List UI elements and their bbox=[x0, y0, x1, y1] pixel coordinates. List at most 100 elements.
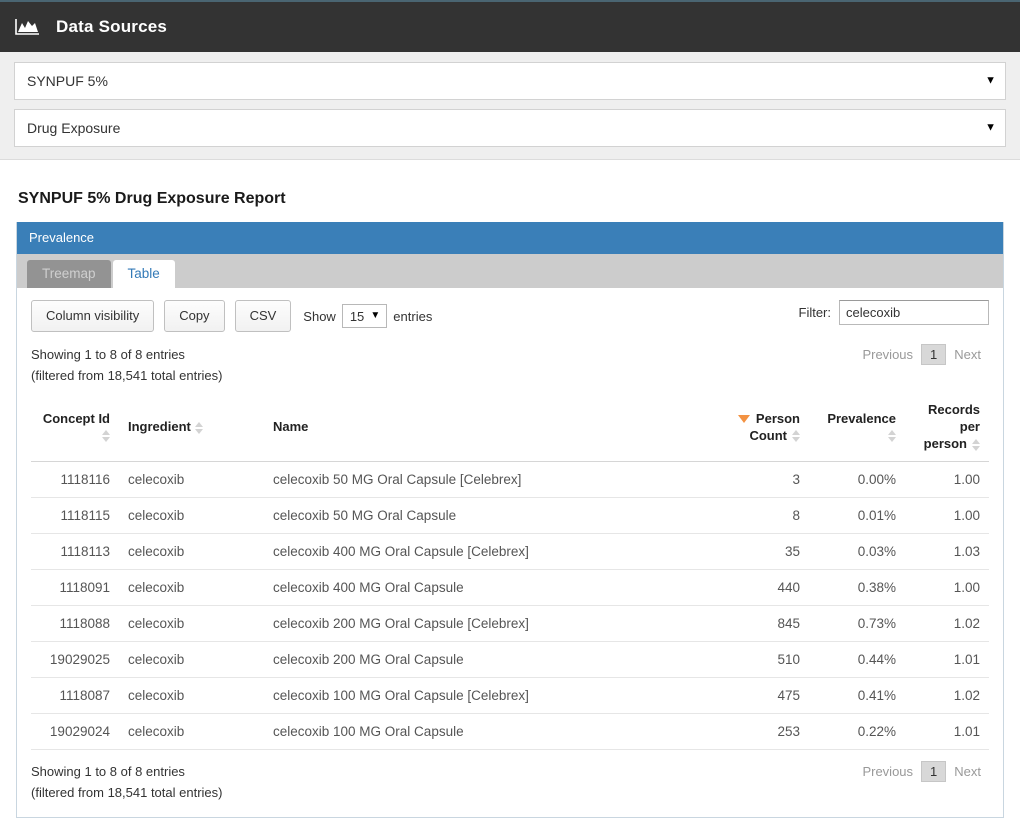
cell-prevalence: 0.03% bbox=[809, 533, 905, 570]
column-header-name[interactable]: Name bbox=[264, 396, 703, 462]
column-header-concept-id[interactable]: Concept Id bbox=[31, 396, 119, 462]
pagination-previous[interactable]: Previous bbox=[854, 344, 921, 365]
cell-prevalence: 0.01% bbox=[809, 497, 905, 534]
selector-strip: SYNPUF 5% ▼ Drug Exposure ▼ bbox=[0, 52, 1020, 160]
cell-records-per-person: 1.00 bbox=[905, 569, 989, 606]
info-line-2: (filtered from 18,541 total entries) bbox=[31, 785, 223, 800]
pagination-previous[interactable]: Previous bbox=[854, 761, 921, 782]
report-body: SYNPUF 5% Drug Exposure Report Prevalenc… bbox=[0, 190, 1020, 818]
pagination-page-1[interactable]: 1 bbox=[921, 344, 947, 365]
sort-both-icon bbox=[971, 438, 980, 451]
area-chart-icon bbox=[14, 17, 40, 37]
column-visibility-button[interactable]: Column visibility bbox=[31, 300, 155, 332]
chevron-down-icon: ▼ bbox=[985, 121, 996, 134]
datatable-toolbar: Column visibility Copy CSV Show 15 ▼ ent… bbox=[31, 300, 989, 332]
table-body: 1118116 celecoxib celecoxib 50 MG Oral Cap… bbox=[31, 461, 989, 750]
cell-name: celecoxib 100 MG Oral Capsule bbox=[264, 713, 703, 750]
cell-ingredient: celecoxib bbox=[119, 533, 264, 570]
cell-concept-id: 1118115 bbox=[31, 497, 119, 534]
cell-concept-id: 1118116 bbox=[31, 461, 119, 498]
table-head: Concept Id Ingredient Name Person Count bbox=[31, 396, 989, 462]
cell-concept-id: 19029025 bbox=[31, 641, 119, 678]
cell-concept-id: 1118088 bbox=[31, 605, 119, 642]
cell-records-per-person: 1.02 bbox=[905, 677, 989, 714]
pagination-top: Previous 1 Next bbox=[854, 344, 989, 365]
cell-prevalence: 0.22% bbox=[809, 713, 905, 750]
filter-label: Filter: bbox=[798, 305, 832, 320]
page-length-select[interactable]: 15 ▼ bbox=[341, 304, 388, 328]
cell-person-count: 845 bbox=[703, 605, 809, 642]
cell-prevalence: 0.44% bbox=[809, 641, 905, 678]
sort-both-icon bbox=[195, 421, 204, 434]
table-row: 1118116 celecoxib celecoxib 50 MG Oral Cap… bbox=[31, 461, 989, 498]
cell-name: celecoxib 100 MG Oral Capsule [Celebrex] bbox=[264, 677, 703, 714]
datatable-info-row-top: Showing 1 to 8 of 8 entries (filtered fr… bbox=[31, 344, 989, 386]
table-header-row: Concept Id Ingredient Name Person Count bbox=[31, 396, 989, 462]
filter-control: Filter: bbox=[798, 300, 989, 325]
info-line-1: Showing 1 to 8 of 8 entries bbox=[31, 347, 185, 362]
column-label-name: Name bbox=[273, 419, 309, 434]
app-title: Data Sources bbox=[56, 17, 168, 36]
table-row: 1118113 celecoxib celecoxib 400 MG Oral Ca… bbox=[31, 533, 989, 570]
page-length-control: Show 15 ▼ entries bbox=[303, 304, 432, 328]
cell-person-count: 510 bbox=[703, 641, 809, 678]
panel-heading: Prevalence bbox=[17, 222, 1003, 254]
cell-records-per-person: 1.01 bbox=[905, 641, 989, 678]
table-row: 19029025 celecoxib celecoxib 200 MG Oral C… bbox=[31, 641, 989, 678]
cell-ingredient: celecoxib bbox=[119, 497, 264, 534]
tab-treemap[interactable]: Treemap bbox=[27, 260, 111, 288]
sort-both-icon bbox=[101, 430, 110, 443]
cell-name: celecoxib 50 MG Oral Capsule bbox=[264, 497, 703, 534]
datatable-info-bottom: Showing 1 to 8 of 8 entries (filtered fr… bbox=[31, 761, 222, 803]
sort-both-icon bbox=[791, 430, 800, 443]
cell-prevalence: 0.41% bbox=[809, 677, 905, 714]
pagination-page-1[interactable]: 1 bbox=[921, 761, 947, 782]
datatable-buttons: Column visibility Copy CSV Show 15 ▼ ent… bbox=[31, 300, 432, 332]
app-header: Data Sources bbox=[0, 0, 1020, 52]
info-line-1: Showing 1 to 8 of 8 entries bbox=[31, 764, 185, 779]
cell-concept-id: 1118113 bbox=[31, 533, 119, 570]
cell-person-count: 8 bbox=[703, 497, 809, 534]
prevalence-table: Concept Id Ingredient Name Person Count bbox=[31, 396, 989, 750]
info-line-2: (filtered from 18,541 total entries) bbox=[31, 368, 223, 383]
cell-records-per-person: 1.01 bbox=[905, 713, 989, 750]
filter-input[interactable] bbox=[839, 300, 989, 325]
cell-ingredient: celecoxib bbox=[119, 641, 264, 678]
cell-ingredient: celecoxib bbox=[119, 461, 264, 498]
tab-table[interactable]: Table bbox=[112, 260, 175, 288]
cell-ingredient: celecoxib bbox=[119, 605, 264, 642]
pagination-next[interactable]: Next bbox=[946, 344, 989, 365]
column-header-records-per-person[interactable]: Records per person bbox=[905, 396, 989, 462]
sort-desc-icon bbox=[737, 415, 750, 424]
column-label-concept-id: Concept Id bbox=[42, 410, 110, 426]
table-row: 1118115 celecoxib celecoxib 50 MG Oral Cap… bbox=[31, 497, 989, 534]
cell-concept-id: 1118091 bbox=[31, 569, 119, 606]
table-row: 1118087 celecoxib celecoxib 100 MG Oral Ca… bbox=[31, 677, 989, 714]
cell-prevalence: 0.38% bbox=[809, 569, 905, 606]
page-length-value: 15 bbox=[349, 308, 365, 324]
prevalence-panel: Prevalence Treemap Table Column visibili… bbox=[16, 222, 1004, 818]
column-label-prevalence: Prevalence bbox=[827, 410, 896, 426]
sort-both-icon bbox=[887, 430, 896, 443]
tab-bar: Treemap Table bbox=[17, 254, 1003, 288]
cell-concept-id: 1118087 bbox=[31, 677, 119, 714]
datatable-info-top: Showing 1 to 8 of 8 entries (filtered fr… bbox=[31, 344, 222, 386]
data-source-select[interactable]: SYNPUF 5% ▼ bbox=[14, 62, 1006, 100]
show-label: Show bbox=[303, 308, 336, 324]
entries-label: entries bbox=[393, 308, 433, 324]
cell-ingredient: celecoxib bbox=[119, 569, 264, 606]
cell-name: celecoxib 200 MG Oral Capsule bbox=[264, 641, 703, 678]
column-header-prevalence[interactable]: Prevalence bbox=[809, 396, 905, 462]
column-header-person-count[interactable]: Person Count bbox=[703, 396, 809, 462]
table-row: 1118091 celecoxib celecoxib 400 MG Oral Ca… bbox=[31, 569, 989, 606]
cell-person-count: 35 bbox=[703, 533, 809, 570]
copy-button[interactable]: Copy bbox=[164, 300, 225, 332]
report-type-select[interactable]: Drug Exposure ▼ bbox=[14, 109, 1006, 147]
csv-button[interactable]: CSV bbox=[234, 300, 292, 332]
column-header-ingredient[interactable]: Ingredient bbox=[119, 396, 264, 462]
data-source-value: SYNPUF 5% bbox=[27, 73, 108, 89]
pagination-next[interactable]: Next bbox=[946, 761, 989, 782]
page-title: SYNPUF 5% Drug Exposure Report bbox=[18, 190, 286, 207]
chevron-down-icon: ▼ bbox=[370, 310, 381, 321]
panel-body: Treemap Table Column visibility Copy CSV… bbox=[17, 254, 1003, 817]
